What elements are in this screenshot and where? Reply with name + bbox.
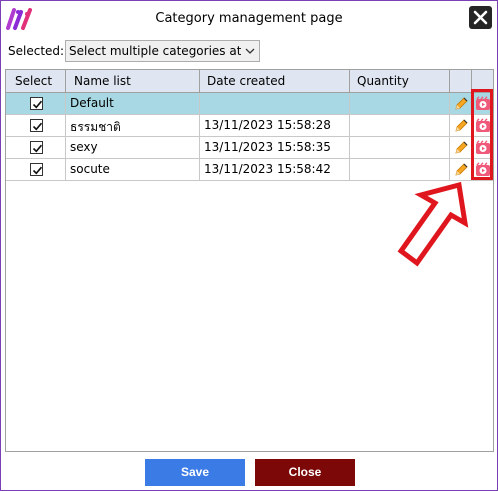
row-date: 13/11/2023 15:58:35 — [204, 140, 331, 154]
window-title: Category management page — [155, 11, 343, 26]
row-checkbox[interactable] — [30, 163, 43, 176]
table-row[interactable]: Default — [6, 93, 493, 115]
table-row[interactable]: socute 13/11/2023 15:58:42 — [6, 159, 493, 181]
pencil-icon[interactable] — [453, 140, 469, 156]
row-checkbox[interactable] — [30, 97, 43, 110]
column-header-date: Date created — [200, 70, 350, 93]
row-date: 13/11/2023 15:58:42 — [204, 162, 331, 176]
column-header-edit — [450, 70, 472, 93]
pencil-icon[interactable] — [453, 118, 469, 134]
close-window-button[interactable] — [469, 6, 492, 29]
pencil-icon[interactable] — [453, 162, 469, 178]
row-date: 13/11/2023 15:58:28 — [204, 118, 331, 132]
row-name: sexy — [70, 140, 98, 154]
row-checkbox[interactable] — [30, 119, 43, 132]
row-name: socute — [70, 162, 110, 176]
category-management-window: Category management page Selected: Selec… — [0, 0, 498, 491]
row-checkbox[interactable] — [30, 141, 43, 154]
pencil-icon[interactable] — [453, 96, 469, 112]
row-name: ธรรมชาติ — [70, 120, 121, 134]
row-name: Default — [70, 96, 114, 110]
column-header-quantity: Quantity — [350, 70, 450, 93]
title-bar: Category management page — [1, 1, 497, 37]
table-row[interactable]: ธรรมชาติ 13/11/2023 15:58:28 — [6, 115, 493, 137]
table-row[interactable]: sexy 13/11/2023 15:58:35 — [6, 137, 493, 159]
column-header-name: Name list — [66, 70, 200, 93]
close-icon — [473, 10, 488, 25]
selected-label: Selected: — [8, 44, 65, 58]
category-select-dropdown[interactable]: Select multiple categories at the s — [65, 40, 260, 62]
chevron-down-icon — [245, 48, 255, 54]
save-button[interactable]: Save — [145, 459, 245, 486]
highlight-box — [471, 89, 493, 180]
pointer-arrow-icon — [397, 181, 469, 267]
column-header-select: Select — [6, 70, 66, 93]
category-select-value: Select multiple categories at the s — [69, 44, 241, 58]
close-button[interactable]: Close — [255, 459, 355, 486]
